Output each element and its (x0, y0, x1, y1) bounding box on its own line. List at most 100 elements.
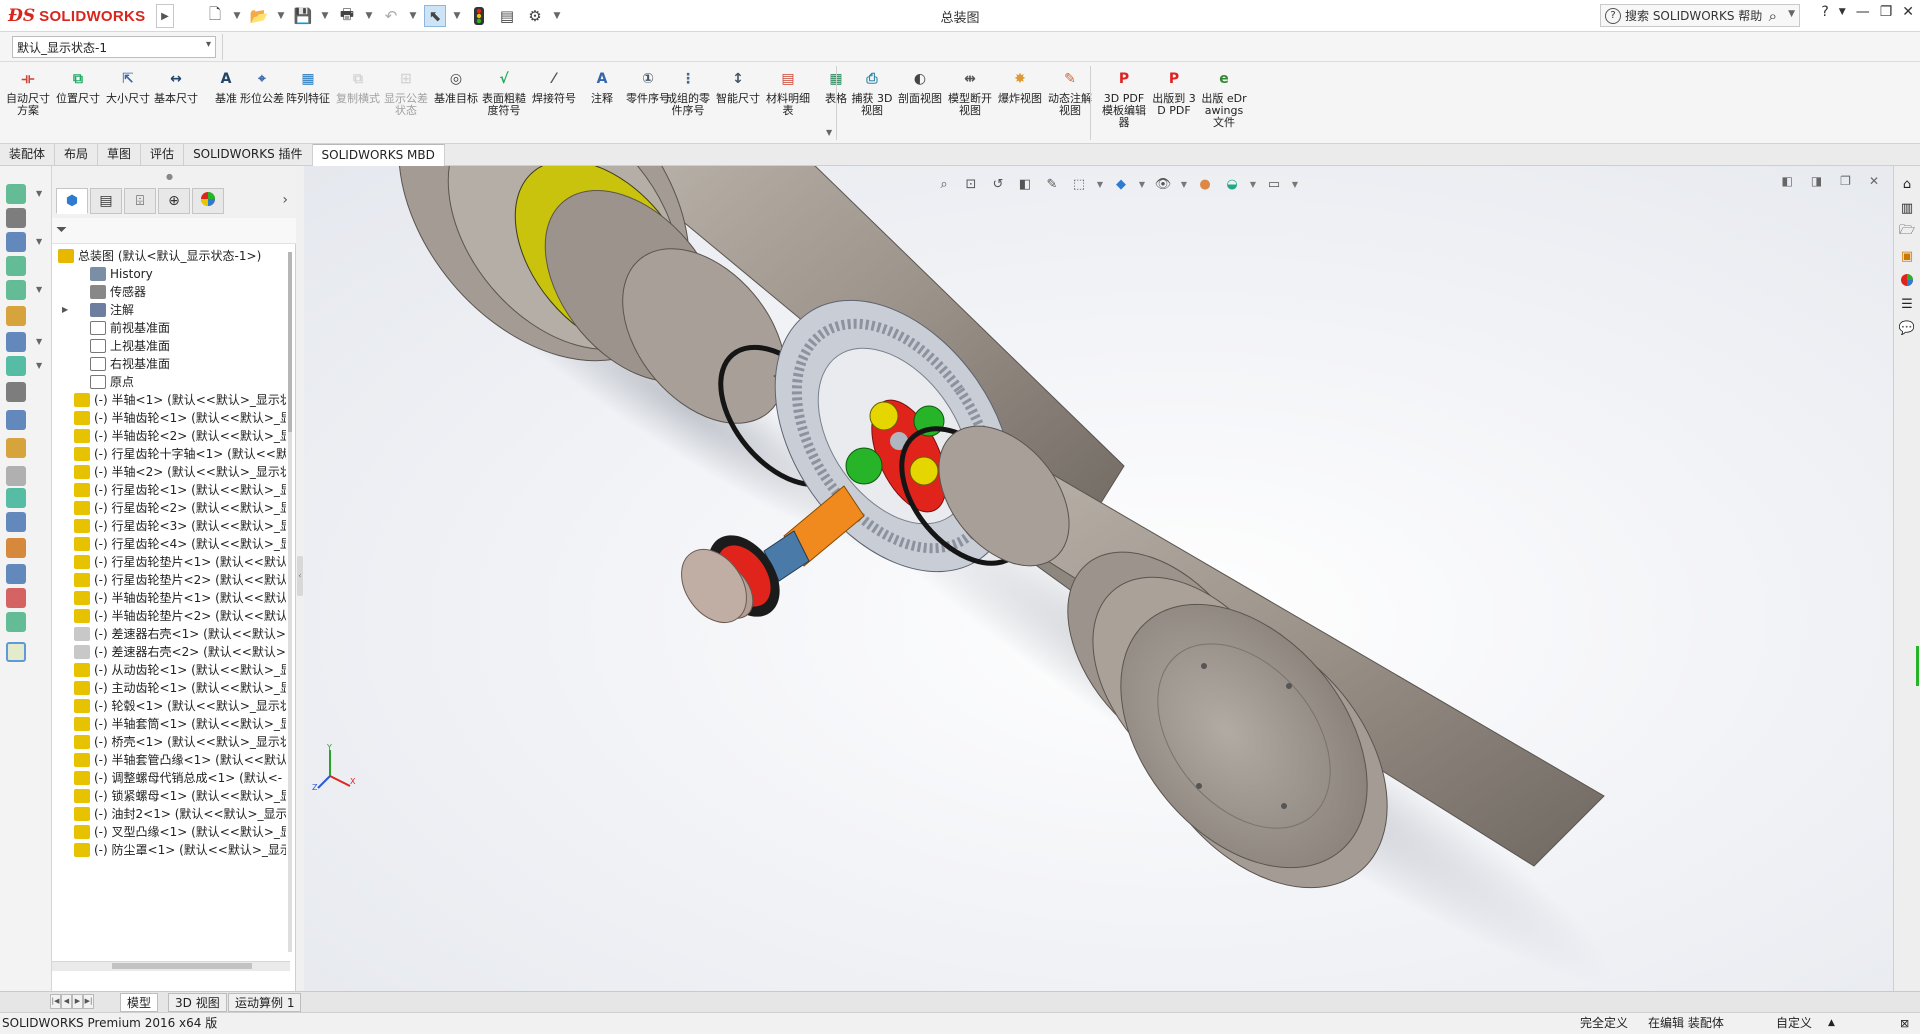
hide-show-dropdown-icon[interactable]: ▼ (1180, 174, 1188, 194)
tab-bottom-1[interactable]: 3D 视图 (168, 993, 227, 1012)
expand-arrow-icon[interactable]: ▶ (52, 444, 56, 464)
tree-component-row[interactable]: ▶ (-) 行星齿轮<4> (默认<<默认>_显 (52, 534, 286, 554)
expand-arrow-icon[interactable]: ▶ (52, 606, 56, 626)
tree-component-row[interactable]: ▶ (-) 行星齿轮垫片<1> (默认<<默认 (52, 552, 286, 572)
tool-dropdown-icon[interactable]: ▼ (36, 237, 42, 246)
tree-component-row[interactable]: ▶ (-) 主动齿轮<1> (默认<<默认>_显 (52, 678, 286, 698)
view-palette-icon[interactable]: ▣ (1897, 246, 1917, 266)
clearance-icon[interactable] (6, 512, 26, 532)
tree-component-row[interactable]: ▶ (-) 轮毂<1> (默认<<默认>_显示状 (52, 696, 286, 716)
tab-display-manager[interactable] (192, 188, 224, 214)
viewport-close-icon[interactable]: ✕ (1869, 174, 1879, 188)
view-settings-dropdown-icon[interactable]: ▼ (1291, 174, 1299, 194)
expand-arrow-icon[interactable]: ▶ (52, 588, 56, 608)
tree-component-row[interactable]: (-) 差速器右壳<2> (默认<<默认> (52, 642, 286, 662)
bill-of-materials-icon[interactable] (6, 410, 26, 430)
viewport-restore-icon[interactable]: ❐ (1840, 174, 1851, 188)
ribbon-button-publish-3d-pdf[interactable]: P 出版到 3D PDF (1150, 68, 1198, 138)
filter-funnel-icon[interactable]: ⏷ (56, 222, 67, 238)
chevron-right-icon[interactable]: › (282, 192, 288, 208)
instant3d-icon[interactable] (6, 642, 26, 662)
expand-arrow-icon[interactable]: ▶ (52, 408, 56, 428)
drive-pinion-assembly[interactable] (668, 485, 865, 635)
tab-property-manager[interactable]: ▤ (90, 188, 122, 214)
expand-arrow-icon[interactable]: ▶ (52, 426, 56, 446)
exploded-view-icon[interactable] (6, 438, 26, 458)
expand-arrow-icon[interactable]: ▶ (52, 696, 56, 716)
expand-arrow-icon[interactable]: ▶ (52, 570, 56, 590)
ribbon-button-auto-dimension[interactable]: ⟛ 自动尺寸方案 (4, 68, 52, 138)
design-library-icon[interactable]: ▥ (1897, 198, 1917, 218)
display-state-dropdown[interactable]: 默认_显示状态-1 ▾ (12, 36, 216, 58)
expand-arrow-icon[interactable]: ▶ (52, 750, 56, 770)
tab-bottom-2[interactable]: 运动算例 1 (228, 993, 302, 1012)
show-hidden-icon[interactable] (6, 306, 26, 326)
tree-component-row[interactable]: ▶ (-) 油封2<1> (默认<<默认>_显示 (52, 804, 286, 824)
ribbon-button-pattern-feature[interactable]: ▦ 阵列特征 (284, 68, 332, 138)
mass-properties-icon[interactable] (6, 588, 26, 608)
previous-view-icon[interactable]: ↺ (988, 174, 1008, 194)
tree-component-row[interactable]: ▶ (-) 防尘罩<1> (默认<<默认>_显示 (52, 840, 286, 860)
assembly-features-icon[interactable] (6, 332, 26, 352)
tree-component-row[interactable]: ▶ (-) 调整螺母代销总成<1> (默认<- (52, 768, 286, 788)
panel-grip-icon[interactable]: ● (166, 172, 173, 181)
ribbon-button-basic-dimension[interactable]: ↔ 基本尺寸 (152, 68, 200, 138)
tree-component-row[interactable]: ▶ (-) 半轴<2> (默认<<默认>_显示状 (52, 462, 286, 482)
solidworks-resources-icon[interactable]: ⌂ (1897, 174, 1917, 194)
expand-arrow-icon[interactable]: ▶ (52, 462, 56, 482)
tree-item[interactable]: 前视基准面 (52, 318, 286, 338)
tree-component-row[interactable]: ▶ (-) 半轴齿轮垫片<2> (默认<<默认 (52, 606, 286, 626)
file-explorer-icon[interactable]: 🗁 (1897, 222, 1917, 242)
ribbon-button-smart-dimension[interactable]: ↕ 智能尺寸 (714, 68, 762, 138)
tree-component-row[interactable]: ▶ (-) 锁紧螺母<1> (默认<<默认>_显 (52, 786, 286, 806)
tab-command-0[interactable]: 装配体 (0, 144, 56, 166)
forum-icon[interactable]: 💬 (1897, 318, 1917, 338)
tab-command-2[interactable]: 草图 (98, 144, 142, 166)
expand-arrow-icon[interactable]: ▶ (52, 786, 56, 806)
search-dropdown-icon[interactable]: ▼ (1788, 9, 1795, 19)
hide-show-items-icon[interactable]: 👁 (1153, 174, 1173, 194)
vertical-scrollbar-thumb[interactable] (288, 252, 292, 432)
resize-grip-icon[interactable]: ⊠ (1900, 1013, 1909, 1034)
ribbon-button-note[interactable]: A 注释 (578, 68, 626, 138)
section-properties-icon[interactable] (6, 612, 26, 632)
expand-arrow-icon[interactable]: ▶ (52, 660, 56, 680)
tree-item[interactable]: 原点 (52, 372, 286, 392)
orientation-dropdown-icon[interactable]: ▼ (1096, 174, 1104, 194)
view-orientation-icon[interactable]: ⬚ (1069, 174, 1089, 194)
prev-tab-icon[interactable]: ◀ (61, 994, 72, 1009)
tree-component-row[interactable]: ▶ (-) 半轴套筒<1> (默认<<默认>_显 (52, 714, 286, 734)
ribbon-button-copy-scheme[interactable]: ⧉ 复制横式 (334, 68, 382, 138)
display-style-icon[interactable]: ◆ (1111, 174, 1131, 194)
ribbon-button-publish-edrawings[interactable]: e 出版 eDrawings 文件 (1200, 68, 1248, 138)
last-tab-icon[interactable]: ▶| (83, 994, 94, 1009)
splitter-grip-icon[interactable]: ‹ (297, 556, 303, 596)
expand-arrow-icon[interactable]: ▶ (52, 840, 56, 860)
tool-dropdown-icon[interactable]: ▼ (36, 361, 42, 370)
dynamic-annotation-icon[interactable]: ✎ (1042, 174, 1062, 194)
restore-icon[interactable]: ❐ (1880, 4, 1893, 20)
ribbon-button-geometric-tolerance[interactable]: ⌖ 形位公差 (238, 68, 286, 138)
tree-component-row[interactable]: ▶ (-) 半轴齿轮垫片<1> (默认<<默认 (52, 588, 286, 608)
ribbon-button-location-dimension[interactable]: ⧉ 位置尺寸 (54, 68, 102, 138)
expand-arrow-icon[interactable]: ▶ (52, 732, 56, 752)
tab-command-5[interactable]: SOLIDWORKS MBD (312, 144, 445, 166)
minimize-icon[interactable]: — (1856, 4, 1870, 20)
tree-item[interactable]: History (52, 264, 286, 284)
ribbon-button-exploded-view[interactable]: ✸ 爆炸视图 (996, 68, 1044, 138)
tree-component-row[interactable]: ▶ (-) 行星齿轮垫片<2> (默认<<默认 (52, 570, 286, 590)
tab-command-1[interactable]: 布局 (55, 144, 99, 166)
tool-dropdown-icon[interactable]: ▼ (36, 337, 42, 346)
help-icon[interactable]: ? (1821, 4, 1828, 20)
section-view-icon[interactable]: ◧ (1015, 174, 1035, 194)
expand-arrow-icon[interactable]: ▶ (52, 768, 56, 788)
tree-component-row[interactable]: ▶ (-) 行星齿轮<2> (默认<<默认>_显 (52, 498, 286, 518)
expand-arrow-icon[interactable]: ▶ (52, 552, 56, 572)
expand-arrow-icon[interactable]: ▶ (52, 534, 56, 554)
appearances-icon[interactable] (1897, 270, 1917, 290)
tree-component-row[interactable]: ▶ (-) 行星齿轮十字轴<1> (默认<<默 (52, 444, 286, 464)
ribbon-button-surface-finish[interactable]: √ 表面粗糙度符号 (480, 68, 528, 138)
first-tab-icon[interactable]: |◀ (50, 994, 61, 1009)
viewport-expand-icon[interactable]: ◨ (1811, 174, 1822, 188)
tree-component-row[interactable]: ▶ (-) 桥壳<1> (默认<<默认>_显示状 (52, 732, 286, 752)
